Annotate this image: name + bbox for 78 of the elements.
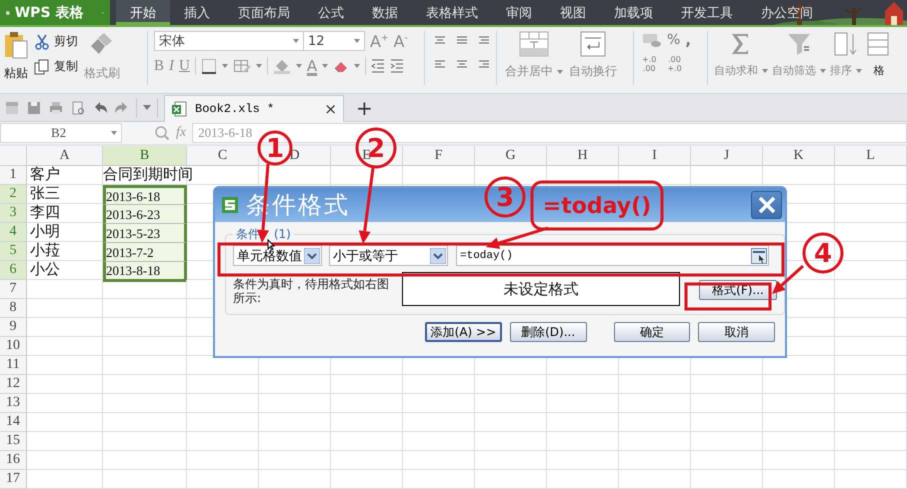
row-header[interactable]: 13 [0, 394, 27, 413]
cell-text: 小明 [30, 224, 60, 240]
row-header[interactable]: 15 [0, 432, 27, 451]
cell-text: 客户 [30, 167, 60, 183]
font-size-field[interactable]: 12 [303, 31, 365, 51]
column-header[interactable]: L [835, 146, 907, 166]
paste-button[interactable]: 粘贴 [4, 31, 28, 82]
menu-tab[interactable]: 开发工具 [667, 0, 747, 25]
decrease-decimal-button[interactable]: .00 +.0 [667, 55, 682, 73]
menu-tab[interactable]: 开始 [116, 0, 170, 25]
column-header[interactable]: G [475, 146, 547, 166]
callout: =today() [530, 180, 664, 230]
row-header[interactable]: 2 [0, 185, 27, 204]
menu-tab[interactable]: 公式 [304, 0, 358, 25]
percent-button[interactable]: % [667, 32, 680, 48]
row-header[interactable]: 9 [0, 318, 27, 337]
comma-button[interactable]: , [685, 31, 692, 49]
cell-text: 李四 [30, 205, 60, 221]
ribbon-button[interactable]: 格 [866, 31, 892, 78]
row-header[interactable]: 8 [0, 299, 27, 318]
menu-tab[interactable]: 页面布局 [224, 0, 304, 25]
step-number-badge: 4 [802, 232, 844, 274]
column-header[interactable]: F [403, 146, 475, 166]
copy-button[interactable]: 复制 [34, 58, 78, 75]
column-header[interactable]: B [103, 146, 187, 166]
column-header[interactable]: K [763, 146, 835, 166]
column-header[interactable]: J [691, 146, 763, 166]
app-menu-button[interactable]: WPS 表格 [0, 0, 110, 25]
cut-button[interactable]: 剪切 [34, 33, 78, 50]
dialog-button[interactable]: 确定 [614, 322, 690, 342]
close-tab-button[interactable]: × [324, 100, 337, 118]
cell-text: 合同到期时间 [103, 167, 193, 183]
dialog-button[interactable]: 删除(D)... [510, 322, 587, 342]
menu-tab[interactable]: 数据 [358, 0, 412, 25]
row-header[interactable]: 4 [0, 223, 27, 242]
row-header[interactable]: 11 [0, 356, 27, 375]
group-label: 条件 (1) [235, 226, 292, 243]
cell-text: 小菈 [30, 243, 60, 259]
new-tab-button[interactable]: + [356, 96, 373, 120]
document-tab[interactable]: Book2.xls * × [164, 94, 344, 122]
cell-text: 2013-6-18 [106, 188, 160, 206]
row-header[interactable]: 17 [0, 470, 27, 489]
row-header[interactable]: 12 [0, 375, 27, 394]
column-header[interactable]: A [27, 146, 103, 166]
menu-tab[interactable]: 表格样式 [412, 0, 492, 25]
operator-select[interactable]: 小于或等于 [329, 245, 448, 266]
preview-label: 条件为真时，待用格式如右图所示: [233, 276, 390, 305]
row-header[interactable]: 16 [0, 451, 27, 470]
row-header[interactable]: 6 [0, 261, 27, 280]
row-header[interactable]: 3 [0, 204, 27, 223]
dialog-button[interactable]: 取消 [698, 322, 775, 342]
name-box[interactable]: B2 [0, 123, 122, 143]
menu-tab[interactable]: 办公空间 [747, 0, 827, 25]
menu-tab[interactable]: 审阅 [492, 0, 546, 25]
row-header[interactable]: 7 [0, 280, 27, 299]
cell-text: 2013-7-2 [106, 244, 154, 262]
cell-text: 张三 [30, 186, 60, 202]
column-header[interactable]: C [187, 146, 259, 166]
cell-text: 2013-8-18 [106, 262, 160, 280]
formula-input[interactable]: =today() [456, 245, 769, 266]
column-header[interactable]: H [547, 146, 619, 166]
cell-text: 2013-6-23 [106, 206, 160, 224]
condition-type-select[interactable]: 单元格数值 [233, 245, 322, 266]
menu-tab[interactable]: 加载项 [600, 0, 667, 25]
increase-decimal-button[interactable]: +.0 .00 [642, 55, 656, 73]
menu-tab[interactable]: 视图 [546, 0, 600, 25]
row-header[interactable]: 5 [0, 242, 27, 261]
row-header[interactable]: 1 [0, 166, 27, 185]
format-preview: 未设定格式 [402, 272, 680, 306]
menu-tab[interactable]: 插入 [170, 0, 224, 25]
cell-text: 小公 [30, 262, 60, 278]
row-header[interactable]: 14 [0, 413, 27, 432]
step-number-badge: 3 [484, 176, 526, 218]
dialog-button[interactable]: 添加(A) >> [425, 322, 502, 342]
row-header[interactable]: 10 [0, 337, 27, 356]
cell-text: 2013-5-23 [106, 224, 160, 242]
column-header[interactable]: I [619, 146, 691, 166]
font-name-field[interactable]: 宋体 [154, 31, 304, 51]
